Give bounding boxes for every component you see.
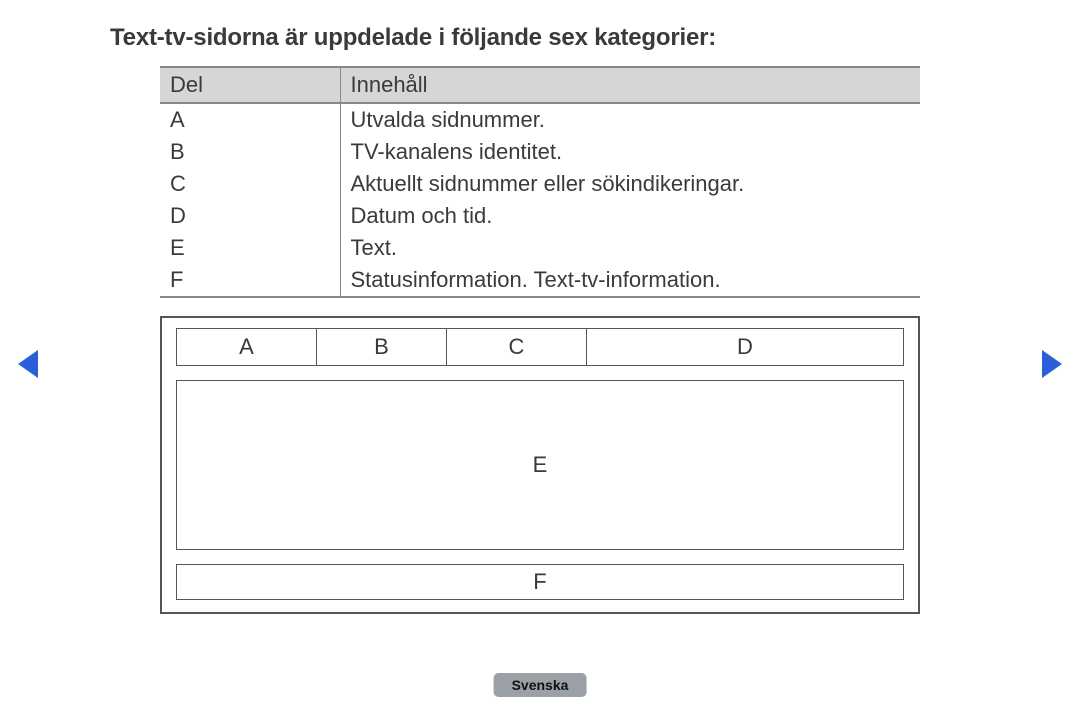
next-page-icon[interactable] xyxy=(1042,350,1062,378)
diagram-cell-d: D xyxy=(587,329,903,365)
cell-del: E xyxy=(160,232,340,264)
diagram-cell-f: F xyxy=(176,564,904,600)
prev-page-icon[interactable] xyxy=(18,350,38,378)
cell-innehall: TV-kanalens identitet. xyxy=(340,136,920,168)
cell-del: F xyxy=(160,264,340,297)
cell-innehall: Utvalda sidnummer. xyxy=(340,103,920,136)
table-row: E Text. xyxy=(160,232,920,264)
table-row: F Statusinformation. Text-tv-information… xyxy=(160,264,920,297)
th-del: Del xyxy=(160,67,340,103)
cell-del: A xyxy=(160,103,340,136)
diagram-cell-b: B xyxy=(317,329,447,365)
table-row: D Datum och tid. xyxy=(160,200,920,232)
table-row: A Utvalda sidnummer. xyxy=(160,103,920,136)
th-innehall: Innehåll xyxy=(340,67,920,103)
cell-innehall: Datum och tid. xyxy=(340,200,920,232)
page-title: Text-tv-sidorna är uppdelade i följande … xyxy=(110,24,970,52)
diagram-cell-c: C xyxy=(447,329,587,365)
language-badge: Svenska xyxy=(494,673,587,697)
diagram-top-row: A B C D xyxy=(176,328,904,366)
table-row: B TV-kanalens identitet. xyxy=(160,136,920,168)
cell-del: C xyxy=(160,168,340,200)
diagram-cell-e: E xyxy=(176,380,904,550)
categories-table: Del Innehåll A Utvalda sidnummer. B TV-k… xyxy=(160,66,920,298)
cell-del: B xyxy=(160,136,340,168)
cell-innehall: Statusinformation. Text-tv-information. xyxy=(340,264,920,297)
cell-innehall: Text. xyxy=(340,232,920,264)
layout-diagram: A B C D E F xyxy=(160,316,920,614)
table-row: C Aktuellt sidnummer eller sökindikering… xyxy=(160,168,920,200)
diagram-cell-a: A xyxy=(177,329,317,365)
cell-innehall: Aktuellt sidnummer eller sökindikeringar… xyxy=(340,168,920,200)
cell-del: D xyxy=(160,200,340,232)
